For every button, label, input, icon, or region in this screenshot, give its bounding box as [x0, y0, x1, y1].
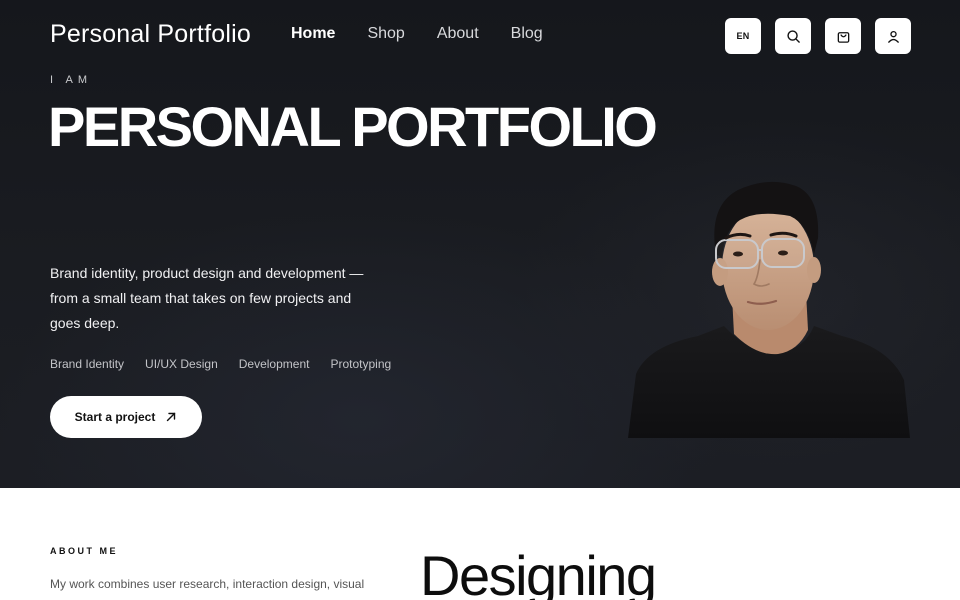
language-button[interactable]: EN: [725, 18, 761, 54]
hero-intro: Brand identity, product design and devel…: [50, 265, 364, 331]
about-heading: Designing: [420, 544, 657, 600]
hero-eyebrow: I AM: [50, 74, 93, 86]
about-text: My work combines user research, interact…: [50, 577, 365, 591]
service-tag: UI/UX Design: [145, 357, 218, 371]
nav-home[interactable]: Home: [291, 25, 335, 43]
arrow-up-right-icon: [167, 412, 176, 422]
site-logo[interactable]: Personal Portfolio: [50, 20, 251, 49]
cart-button[interactable]: [825, 18, 861, 54]
top-nav: Personal Portfolio Home Shop About Blog …: [0, 0, 960, 72]
service-tag: Brand Identity: [50, 357, 125, 371]
portrait-photo: [628, 181, 910, 438]
nav-shop[interactable]: Shop: [367, 25, 404, 43]
hero-section: Personal Portfolio Home Shop About Blog …: [0, 0, 960, 488]
nav-about[interactable]: About: [437, 25, 479, 43]
cta-label: Start a project: [74, 410, 156, 424]
hero-title: PERSONAL PORTFOLIO: [48, 95, 658, 158]
services-list: Brand Identity UI/UX Design Development …: [50, 357, 412, 371]
language-label: EN: [736, 31, 750, 41]
user-icon: [887, 30, 899, 43]
nav-blog[interactable]: Blog: [511, 25, 543, 43]
main-menu: Home Shop About Blog: [291, 25, 575, 43]
account-button[interactable]: [875, 18, 911, 54]
service-tag: Prototyping: [330, 357, 392, 371]
page: Personal Portfolio Home Shop About Blog …: [0, 0, 960, 600]
search-button[interactable]: [775, 18, 811, 54]
cart-icon: [837, 31, 849, 43]
header-actions: EN: [725, 18, 925, 54]
about-label: ABOUT ME: [50, 546, 118, 556]
start-project-button[interactable]: Start a project: [50, 396, 202, 438]
search-icon: [786, 29, 800, 43]
service-tag: Development: [238, 357, 310, 371]
